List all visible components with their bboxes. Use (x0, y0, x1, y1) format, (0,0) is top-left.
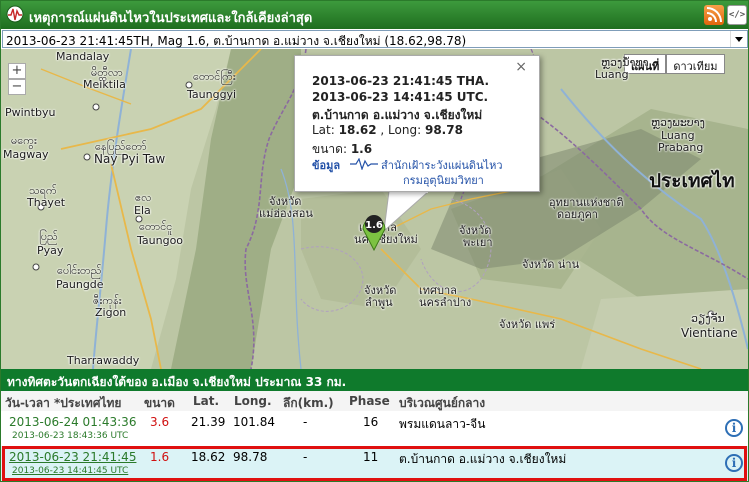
map-label-pwintbyu: Pwintbyu (5, 106, 56, 119)
seismic-wave-icon (350, 158, 378, 170)
zoom-in-button[interactable]: + (8, 63, 26, 79)
map-view[interactable]: + − แผนที่ ดาวเทียม Mandalay မိတ္ထီလာ Me… (1, 49, 748, 369)
map-label-zigon: Zigon (95, 306, 127, 319)
table-header: วัน-เวลา *ประเทศไทย ขนาด Lat. Long. ลึก(… (1, 391, 748, 411)
bubble-time-th: 2013-06-23 21:41:45 THA. (312, 74, 490, 88)
map-label-lamphun-2: ลำพูน (365, 296, 393, 309)
map-label-taunggyi: Taunggyi (187, 88, 237, 101)
map-label-phrae: จังหวัด แพร่ (499, 318, 556, 331)
map-label-paungde-mm: ပေါင်းတည် (57, 264, 102, 277)
bubble-source-label: ข้อมูล (312, 159, 341, 172)
epicenter-marker-icon[interactable]: 1.6 (360, 211, 388, 251)
map-type-satellite-button[interactable]: ดาวเทียม (666, 54, 725, 74)
bubble-tail (383, 191, 430, 231)
map-label-ela: Ela (134, 204, 151, 217)
row-lat: 18.62 (191, 450, 226, 464)
zoom-control: + − (8, 63, 26, 95)
column-header-long: Long. (234, 394, 272, 408)
row-lat: 21.39 (191, 415, 226, 429)
map-label-nationalpark-2: ดอยภูคา (557, 208, 598, 221)
info-bubble: × 2013-06-23 21:41:45 THA. 2013-06-23 14… (294, 55, 540, 192)
map-label-lampang-2: นครลำปาง (419, 296, 472, 309)
zoom-out-button[interactable]: − (8, 79, 26, 95)
map-label-tharrawaddy: Tharrawaddy (67, 354, 140, 367)
close-icon[interactable]: × (515, 59, 527, 75)
marker-magnitude: 1.6 (365, 220, 383, 231)
row-magnitude: 1.6 (150, 450, 170, 464)
info-icon[interactable]: i (725, 454, 743, 472)
row-long: 98.78 (233, 450, 268, 464)
row-depth: - (303, 415, 308, 429)
embed-code-icon[interactable]: </> (727, 5, 747, 25)
table-row-selected[interactable]: 2013-06-23 21:41:45 2013-06-23 14:41:45 … (1, 446, 748, 481)
event-select[interactable]: 2013-06-23 21:41:45TH, Mag 1.6, ต.บ้านกา… (2, 30, 748, 48)
map-label-magway-mm: မကွေး (11, 134, 37, 147)
column-header-lat: Lat. (193, 394, 220, 408)
map-label-thailand: ประเทศไท (649, 170, 735, 192)
row-phase: 16 (363, 415, 379, 429)
map-label-ela-mm: ဧလ (135, 191, 152, 204)
widget-title: เหตุการณ์แผ่นดินไหวในประเทศและใกล้เคียงล… (29, 11, 313, 26)
title-bar: เหตุการณ์แผ่นดินไหวในประเทศและใกล้เคียงล… (1, 1, 748, 29)
earthquake-widget: เหตุการณ์แผ่นดินไหวในประเทศและใกล้เคียงล… (0, 0, 749, 482)
map-label-taunggyi-mm: တောင်ကြီး (193, 70, 236, 83)
row-area: ต.บ้านกาด อ.แม่วาง จ.เชียงใหม่ (399, 452, 567, 466)
row-magnitude: 3.6 (150, 415, 170, 429)
map-label-paungde: Paungde (56, 278, 104, 291)
row-depth: - (303, 450, 308, 464)
map-label-thayet: Thayet (27, 196, 66, 209)
row-utc-time: 2013-06-23 14:41:45 UTC (12, 466, 129, 476)
map-label-phayao-2: พะเยา (463, 236, 493, 249)
chevron-down-icon[interactable] (730, 31, 747, 47)
map-label-maehongson-2: แม่ฮ่องสอน (259, 207, 313, 220)
row-utc-time: 2013-06-23 18:43:36 UTC (12, 431, 129, 441)
map-label-mandalay: Mandalay (56, 50, 110, 63)
row-phase: 11 (363, 450, 379, 464)
map-label-pyay: Pyay (37, 244, 64, 257)
map-label-nan: จังหวัด น่าน (522, 258, 580, 271)
rss-feed-icon[interactable] (704, 5, 724, 25)
location-description: ทางทิศตะวันตกเฉียงใต้ของ อ.เมือง จ.เชียง… (7, 375, 347, 389)
map-label-prabang: Prabang (658, 141, 704, 154)
bubble-time-utc: 2013-06-23 14:41:45 UTC. (312, 90, 489, 104)
map-label-taungoo-mm: တောင်ငူ (139, 220, 173, 233)
map-label-magway: Magway (3, 148, 49, 161)
seismograph-logo-icon (6, 5, 24, 23)
map-label-vientiane-la: ວຽງຈັນ (691, 312, 725, 325)
row-long: 101.84 (233, 415, 275, 429)
bubble-org-line2[interactable]: กรมอุตุนิยมวิทยา (403, 171, 484, 189)
map-label-naypyitaw: Nay Pyi Taw (94, 152, 166, 166)
table-row[interactable]: 2013-06-24 01:43:36 2013-06-23 18:43:36 … (1, 411, 748, 446)
row-area: พรมแดนลาว-จีน (399, 417, 486, 431)
row-datetime: 2013-06-24 01:43:36 (9, 415, 137, 429)
map-label-meiktila: Meiktila (83, 78, 126, 91)
row-datetime[interactable]: 2013-06-23 21:41:45 (9, 450, 136, 464)
location-description-bar: ทางทิศตะวันตกเฉียงใต้ของ อ.เมือง จ.เชียง… (1, 369, 748, 391)
map-label-taungoo: Taungoo (137, 234, 184, 247)
bubble-coordinates: Lat: 18.62 , Long: 98.78 (312, 123, 463, 137)
map-label-luang-prabang-la: ຫຼວງພະບາງ (651, 116, 705, 129)
map-label-luang: Luang (595, 68, 629, 81)
map-label-pyay-mm: ပြည် (39, 230, 58, 243)
info-icon[interactable]: i (725, 419, 743, 437)
map-label-vientiane: Vientiane (681, 326, 738, 340)
column-header-phase: Phase (349, 394, 390, 408)
